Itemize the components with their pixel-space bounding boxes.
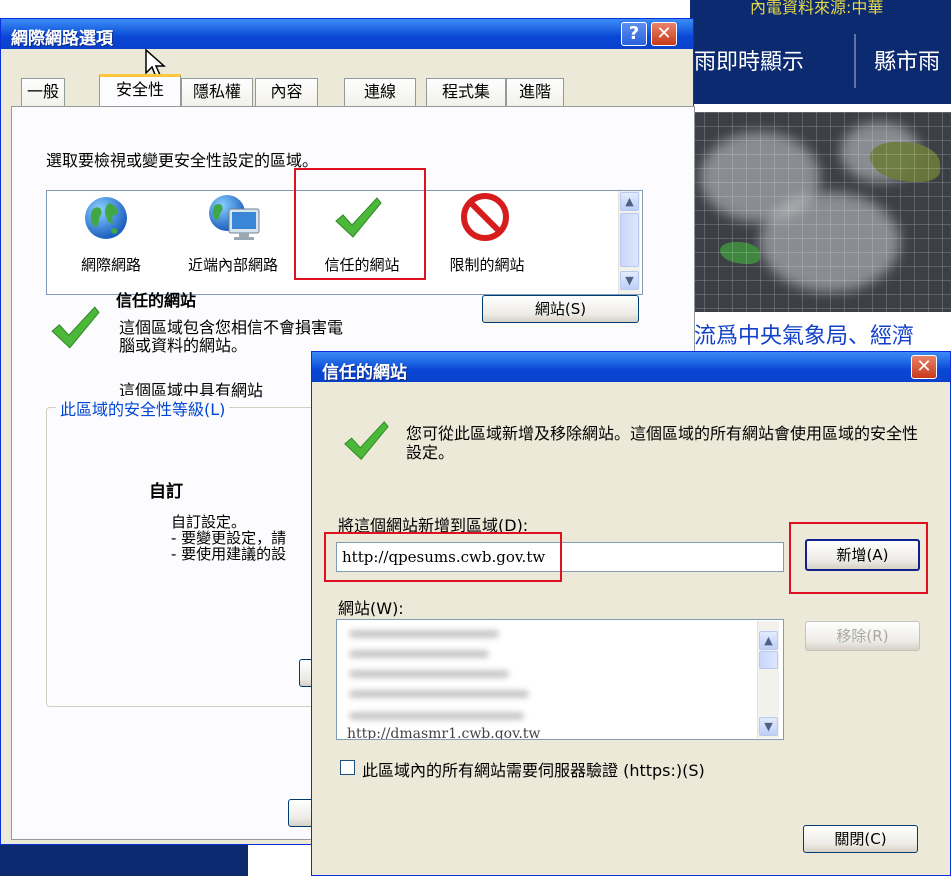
websites-list-partial-item[interactable]: http://dmasmr1.cwb.gov.tw	[347, 726, 540, 739]
security-level-desc-1: 自訂設定。	[171, 513, 247, 531]
internet-options-title: 網際網路選項	[11, 29, 113, 49]
list-item[interactable]	[349, 690, 529, 698]
list-item[interactable]	[349, 712, 524, 720]
scroll-down-arrow-icon[interactable]: ▼	[759, 717, 778, 736]
tab-advanced[interactable]: 進階	[506, 78, 564, 106]
scroll-thumb[interactable]	[620, 213, 639, 267]
scroll-up-arrow-icon[interactable]: ▲	[759, 631, 778, 650]
trusted-sites-titlebar[interactable]: 信任的網站 ✕	[312, 352, 950, 383]
trusted-zone-highlight	[294, 168, 426, 280]
checkmark-icon	[344, 421, 389, 460]
trusted-sites-close-icon[interactable]: ✕	[911, 355, 937, 379]
tab-privacy[interactable]: 隱私權	[181, 78, 253, 106]
scroll-thumb[interactable]	[759, 651, 778, 669]
sites-button[interactable]: 網站(S)	[482, 295, 639, 323]
https-checkbox[interactable]	[340, 760, 355, 775]
background-source-text: 流爲中央氣象局、經濟	[694, 324, 915, 349]
selected-zone-title: 信任的網站	[116, 291, 197, 310]
tab-general[interactable]: 一般	[21, 78, 65, 106]
background-nav-item-county[interactable]: 縣市雨	[874, 44, 940, 76]
websites-list-scrollbar[interactable]: ▲ ▼	[757, 621, 779, 738]
trusted-sites-title: 信任的網站	[322, 363, 407, 383]
add-button-highlight	[789, 522, 928, 594]
close-dialog-button[interactable]: 關閉(C)	[803, 825, 918, 853]
security-level-group-label: 此區域的安全性等級(L)	[56, 396, 230, 420]
https-checkbox-label[interactable]: 此區域內的所有網站需要伺服器驗證 (https:)(S)	[362, 757, 705, 781]
intranet-icon[interactable]	[207, 193, 263, 243]
taskbar-strip	[0, 845, 248, 876]
restricted-icon[interactable]	[461, 193, 509, 241]
background-header-text: 內電資料來源:中華	[750, 0, 884, 16]
trusted-sites-dialog: 信任的網站 ✕ 您可從此區域新增及移除網站。這個區域的所有網站會使用區域的安全性…	[311, 351, 951, 876]
zone-label-local-intranet[interactable]: 近端內部網路	[177, 257, 289, 273]
background-header-strip: 內電資料來源:中華	[690, 0, 951, 16]
trusted-sites-info: 您可從此區域新增及移除網站。這個區域的所有網站會使用區域的安全性設定。	[406, 424, 919, 462]
background-nav-divider	[854, 34, 856, 88]
background-radar-map	[690, 112, 951, 312]
help-button[interactable]: ?	[621, 22, 647, 46]
scroll-up-arrow-icon[interactable]: ▲	[620, 192, 639, 211]
list-item[interactable]	[349, 630, 499, 638]
scroll-down-arrow-icon[interactable]: ▼	[620, 271, 639, 290]
selected-zone-description: 這個區域包含您相信不會損害電腦或資料的網站。	[119, 318, 344, 355]
checkmark-icon	[51, 306, 100, 349]
zone-prompt: 選取要檢視或變更安全性設定的區域。	[46, 151, 319, 170]
websites-label: 網站(W):	[338, 599, 404, 618]
list-item[interactable]	[349, 670, 509, 678]
tab-content[interactable]: 內容	[255, 78, 318, 106]
internet-options-titlebar[interactable]: 網際網路選項 ? ✕	[1, 19, 693, 49]
security-level-desc-2: - 要變更設定，請	[171, 529, 287, 547]
background-nav-bar: 雨 即時顯示 縣市雨	[690, 16, 951, 104]
zone-list-scrollbar[interactable]: ▲ ▼	[618, 191, 640, 294]
globe-icon[interactable]	[83, 195, 129, 241]
websites-list[interactable]: http://dmasmr1.cwb.gov.tw ▲ ▼	[336, 619, 784, 740]
background-nav-prefix: 雨	[694, 50, 717, 75]
tab-connections[interactable]: 連線	[344, 78, 416, 106]
zone-label-internet[interactable]: 網際網路	[51, 257, 171, 273]
security-level-desc-3: - 要使用建議的設	[171, 545, 287, 563]
tab-programs[interactable]: 程式集	[426, 78, 506, 106]
remove-button[interactable]: 移除(R)	[805, 621, 920, 651]
security-level-title: 自訂	[149, 482, 183, 502]
tab-security[interactable]: 安全性	[99, 74, 181, 107]
add-site-input-highlight	[324, 532, 562, 582]
background-nav-item-realtime[interactable]: 即時顯示	[716, 44, 804, 76]
list-item[interactable]	[349, 650, 489, 658]
zone-label-restricted-sites[interactable]: 限制的網站	[431, 257, 543, 273]
close-button[interactable]: ✕	[651, 22, 677, 46]
